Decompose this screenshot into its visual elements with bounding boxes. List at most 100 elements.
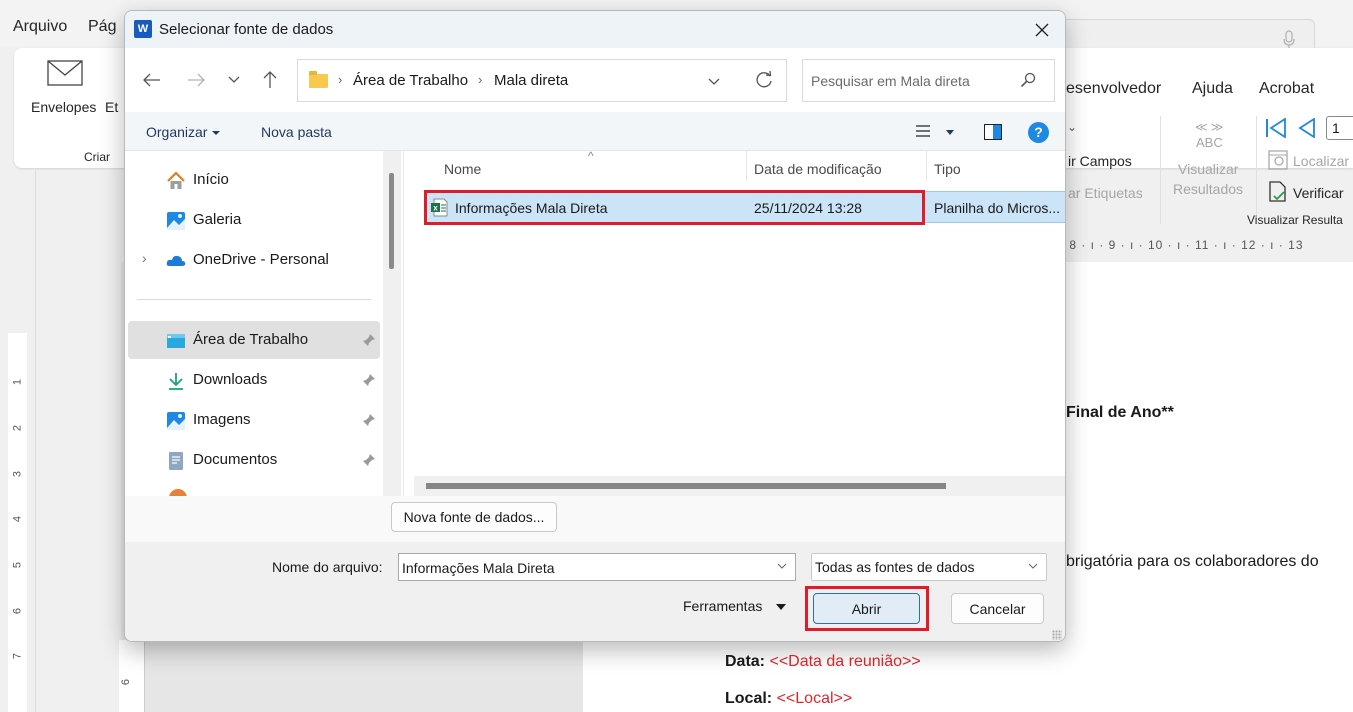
search-box[interactable] <box>802 59 1055 102</box>
search-input[interactable] <box>811 70 1011 92</box>
nav-item-downloads[interactable]: Downloads <box>128 361 380 399</box>
insert-merge-field-button[interactable]: ir Campos <box>1068 153 1132 169</box>
document-body-text: brigatória para os colaboradores do <box>1066 553 1319 570</box>
search-icon[interactable] <box>1020 72 1036 88</box>
tab-acrobat[interactable]: Acrobat <box>1259 80 1314 98</box>
organize-menu[interactable]: Organizar <box>146 124 221 140</box>
arrow-left-icon <box>143 73 160 87</box>
preview-pane-icon[interactable] <box>984 124 1002 140</box>
nav-item-galeria[interactable]: Galeria <box>128 201 380 239</box>
chevron-down-icon[interactable] <box>777 561 787 571</box>
tab-desenvolvedor[interactable]: esenvolvedor <box>1066 80 1161 98</box>
column-header-name[interactable]: Nome <box>444 161 481 177</box>
file-type-value: Todas as fontes de dados <box>815 559 975 575</box>
pin-icon[interactable] <box>362 453 376 467</box>
merge-field-date[interactable]: <<Data da reunião>> <box>769 653 920 670</box>
filename-combobox[interactable] <box>398 553 796 581</box>
address-bar[interactable]: › Área de Trabalho › Mala direta <box>297 59 787 102</box>
dialog-title-bar[interactable]: W Selecionar fonte de dados <box>125 11 1065 48</box>
merge-field-local[interactable]: <<Local>> <box>777 690 853 707</box>
find-recipient-button: Localizar <box>1293 153 1350 169</box>
desktop-icon <box>167 334 185 348</box>
forward-button[interactable] <box>181 66 211 94</box>
cancel-button[interactable]: Cancelar <box>951 593 1044 624</box>
ruler-mark: 4 <box>11 515 24 523</box>
menu-pagina[interactable]: Pág <box>88 18 116 36</box>
nav-item-documentos[interactable]: Documentos <box>128 441 380 479</box>
refresh-icon[interactable] <box>754 70 774 90</box>
onedrive-icon <box>166 255 186 266</box>
chevron-down-icon <box>1028 563 1038 569</box>
dialog-title: Selecionar fonte de dados <box>159 21 334 38</box>
nav-item-onedrive[interactable]: › OneDrive - Personal <box>128 241 380 279</box>
expand-chevron-icon[interactable]: › <box>142 250 147 266</box>
nav-label: Imagens <box>193 411 251 428</box>
tools-menu[interactable]: Ferramentas <box>683 598 787 614</box>
address-history-chevron-icon[interactable] <box>708 78 720 86</box>
ruler-mark: 1 <box>11 378 24 386</box>
pin-icon[interactable] <box>362 333 376 347</box>
resize-grip[interactable] <box>1052 630 1062 640</box>
view-list-icon[interactable] <box>915 124 931 138</box>
column-header-type[interactable]: Tipo <box>934 161 961 177</box>
filename-input[interactable] <box>402 558 762 578</box>
help-icon[interactable]: ? <box>1028 122 1049 143</box>
record-number-input[interactable]: 1 <box>1326 116 1353 140</box>
close-button[interactable] <box>1019 11 1065 48</box>
first-record-icon[interactable] <box>1265 118 1287 138</box>
file-type-select[interactable]: Todas as fontes de dados <box>811 553 1047 581</box>
nav-pane-scrollbar[interactable] <box>383 151 401 496</box>
file-list-horizontal-scrollbar[interactable] <box>414 476 1065 496</box>
home-icon <box>167 171 185 189</box>
documents-icon <box>169 452 183 470</box>
group-preview-label: Visualizar Resulta <box>1247 213 1343 227</box>
nav-label: Início <box>193 171 229 188</box>
nav-label: Galeria <box>193 211 242 228</box>
pin-icon[interactable] <box>362 373 376 387</box>
column-header-date[interactable]: Data de modificação <box>754 161 882 177</box>
menu-arquivo[interactable]: Arquivo <box>13 18 67 36</box>
nav-label: Área de Trabalho <box>193 331 309 348</box>
scrollbar-thumb[interactable] <box>426 483 946 489</box>
ruler-mark: 7 <box>11 652 24 660</box>
ruler-mark: 6 <box>120 678 133 686</box>
nav-label: Downloads <box>193 371 268 388</box>
document-heading: Final de Ano** <box>1066 404 1174 421</box>
microphone-icon[interactable] <box>1282 30 1296 50</box>
arrow-up-icon <box>263 71 277 88</box>
view-options-caret-icon[interactable] <box>946 130 954 135</box>
file-type: Planilha do Micros... <box>934 200 1061 216</box>
caret-down-icon <box>212 131 221 136</box>
secondary-vertical-ruler: 6 <box>119 640 145 712</box>
check-errors-button[interactable]: Verificar <box>1293 185 1344 201</box>
column-separator[interactable] <box>926 151 927 181</box>
tab-ajuda[interactable]: Ajuda <box>1192 80 1233 98</box>
chevron-down-icon[interactable]: ⌄ <box>1067 120 1077 134</box>
nav-item-inicio[interactable]: Início <box>128 161 380 199</box>
check-errors-icon[interactable] <box>1268 181 1288 203</box>
previous-record-icon[interactable] <box>1298 118 1316 138</box>
scrollbar-thumb[interactable] <box>389 173 394 269</box>
envelope-icon <box>47 60 83 86</box>
breadcrumb-separator-icon: › <box>478 72 483 87</box>
nav-item-imagens[interactable]: Imagens <box>128 401 380 439</box>
ruler-mark: 6 <box>11 607 24 615</box>
find-recipient-icon <box>1268 150 1288 170</box>
breadcrumb-mala-direta[interactable]: Mala direta <box>494 72 568 89</box>
breadcrumb-desktop[interactable]: Área de Trabalho <box>353 72 468 89</box>
etiquetas-button[interactable]: Et <box>105 99 118 115</box>
group-criar-label: Criar <box>84 150 110 164</box>
envelopes-button[interactable]: Envelopes <box>31 99 96 115</box>
pin-icon[interactable] <box>362 413 376 427</box>
up-button[interactable] <box>255 66 285 94</box>
back-button[interactable] <box>137 66 167 94</box>
open-button[interactable]: Abrir <box>813 593 920 624</box>
dialog-footer: Nome do arquivo: Todas as fontes de dado… <box>125 542 1065 641</box>
file-name: Informações Mala Direta <box>455 200 608 216</box>
column-separator[interactable] <box>746 151 747 181</box>
new-data-source-button[interactable]: Nova fonte de dados... <box>391 502 557 532</box>
recent-locations-button[interactable] <box>219 66 249 94</box>
file-row[interactable]: x Informações Mala Direta 25/11/2024 13:… <box>426 191 1065 223</box>
nav-item-area-de-trabalho[interactable]: Área de Trabalho <box>128 321 380 359</box>
new-folder-button[interactable]: Nova pasta <box>261 124 332 140</box>
